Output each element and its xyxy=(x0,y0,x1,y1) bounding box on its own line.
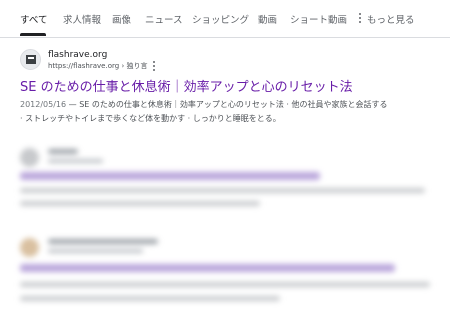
tab-short-videos[interactable]: ショート動画 xyxy=(290,12,347,26)
tab-jobs[interactable]: 求人情報 xyxy=(63,12,101,26)
snippet-text-2: · ストレッチやトイレまで歩くなど体を動かす · しっかりと睡眠をとる。 xyxy=(20,114,281,123)
tab-news[interactable]: ニュース xyxy=(145,12,183,26)
snippet-text-1: — SE のための仕事と休息術｜効率アップと心のリセット法 · 他の社員や家族と… xyxy=(66,100,388,109)
tab-images[interactable]: 画像 xyxy=(112,12,131,26)
tab-all[interactable]: すべて xyxy=(20,12,47,26)
result-options-icon[interactable] xyxy=(152,61,156,71)
search-tabs: すべて 求人情報 画像 ニュース ショッピング 動画 ショート動画 もっと見る xyxy=(0,0,450,38)
blurred-result xyxy=(20,236,440,316)
tab-more[interactable]: もっと見る xyxy=(367,12,415,26)
more-vertical-icon[interactable] xyxy=(358,11,362,25)
blurred-result xyxy=(20,146,440,216)
result-date: 2012/05/16 xyxy=(20,100,67,109)
tab-videos[interactable]: 動画 xyxy=(258,12,277,26)
site-name[interactable]: flashrave.org xyxy=(48,50,107,60)
result-snippet: 2012/05/16 — SE のための仕事と休息術｜効率アップと心のリセット法… xyxy=(20,98,430,126)
site-favicon-icon xyxy=(20,49,41,70)
active-tab-indicator xyxy=(20,33,46,36)
site-url[interactable]: https://flashrave.org › 独り言 xyxy=(48,61,147,71)
result-title-link[interactable]: SE のための仕事と休息術｜効率アップと心のリセット法 xyxy=(20,76,353,95)
breadcrumb: › 独り言 xyxy=(121,62,148,70)
tab-shopping[interactable]: ショッピング xyxy=(192,12,249,26)
